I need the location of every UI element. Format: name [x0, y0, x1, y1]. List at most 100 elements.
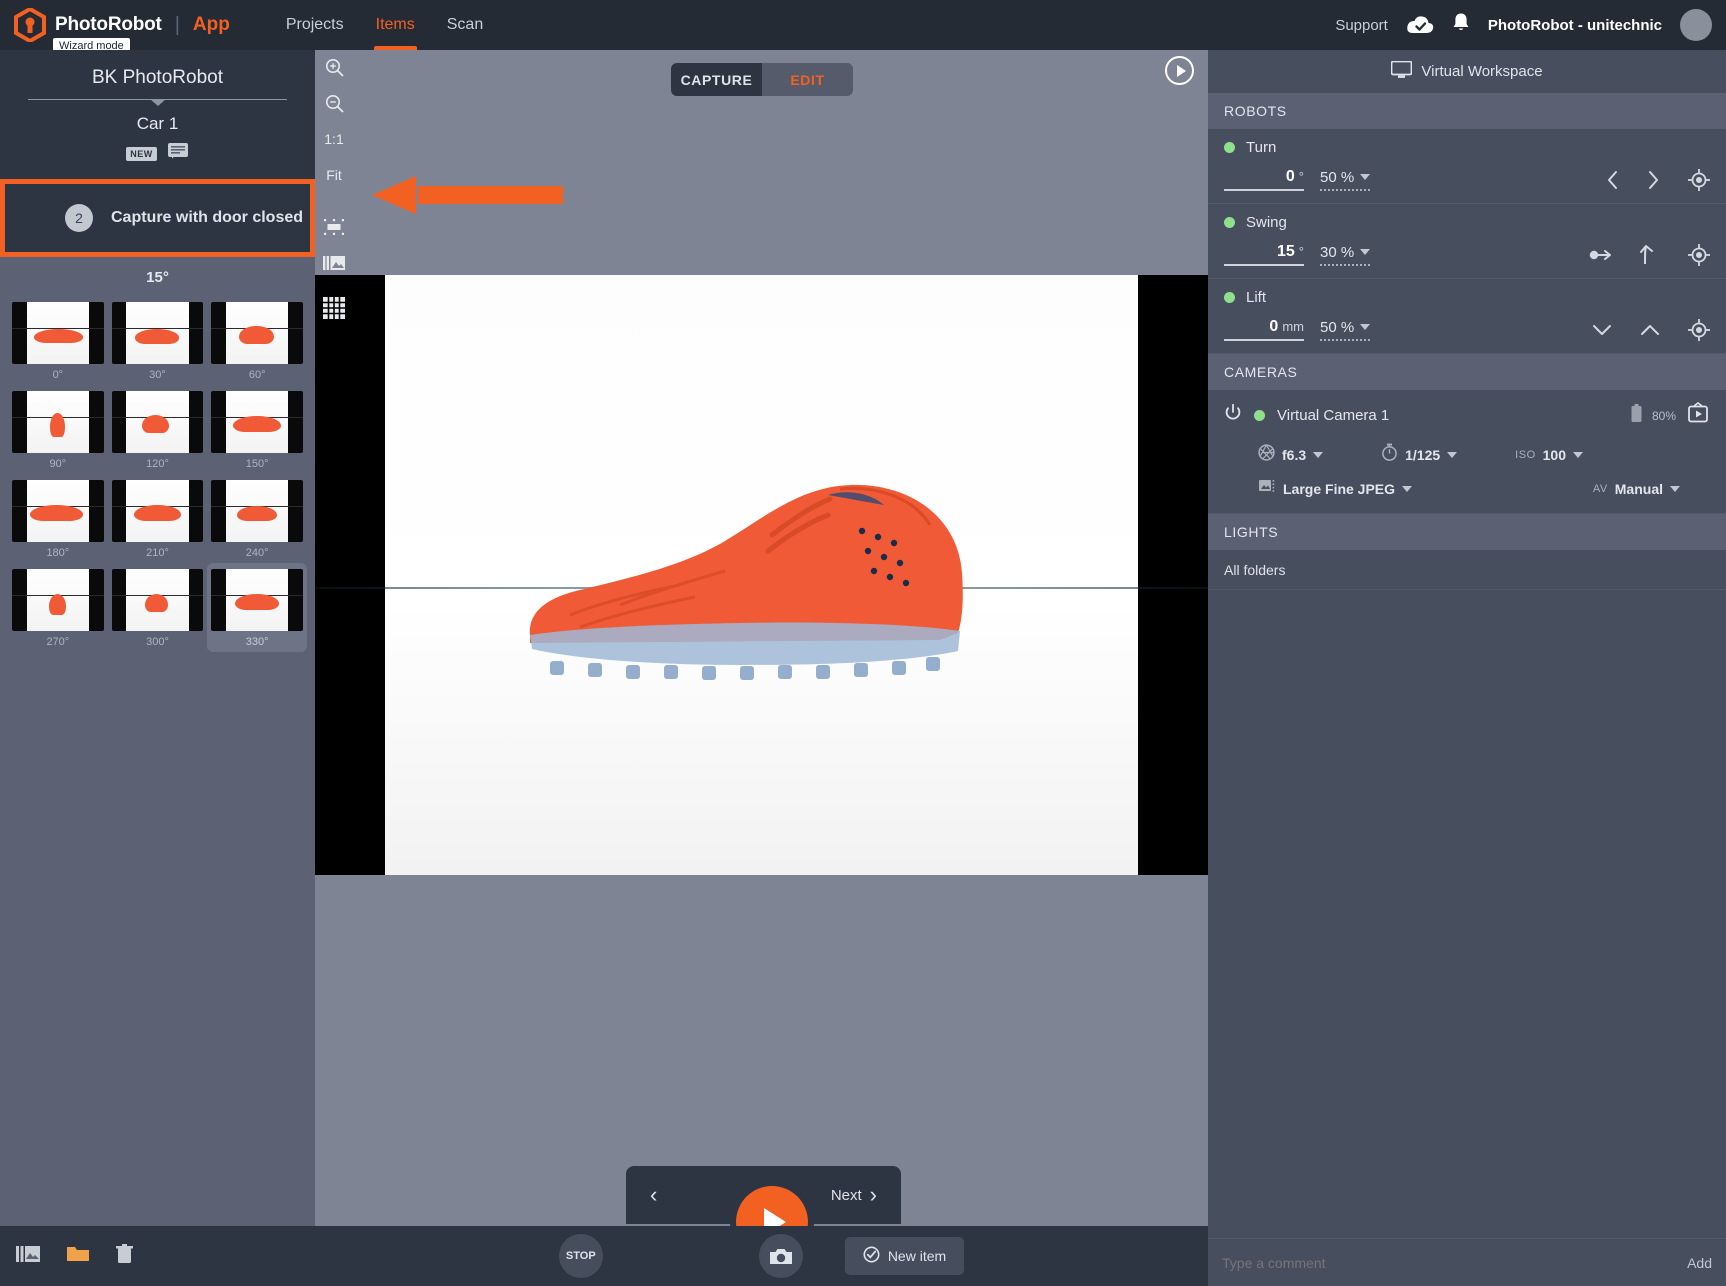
thumbnail-label: 60° [211, 364, 303, 381]
zoom-actual-button[interactable]: 1:1 [319, 128, 349, 150]
nav-item-items[interactable]: Items [360, 0, 431, 50]
capture-stage[interactable] [315, 275, 1208, 875]
control-panel: Virtual Workspace ROBOTS Turn 0° 50 % [1208, 50, 1726, 1286]
axis-title-swing: Swing [1224, 214, 1710, 231]
swing-speed-value: 30 % [1320, 244, 1354, 261]
note-icon[interactable] [167, 142, 189, 165]
thumbnail-item[interactable]: 240° [207, 474, 307, 563]
thumbnail-item[interactable]: 0° [8, 296, 108, 385]
crop-icon[interactable] [319, 216, 349, 238]
camera-header: Virtual Camera 1 80% [1224, 402, 1710, 429]
iso-select[interactable]: ISO 100 [1515, 447, 1583, 463]
zoom-out-icon[interactable] [319, 92, 349, 114]
thumbnail-item[interactable]: 30° [108, 296, 208, 385]
quality-select[interactable]: Large Fine JPEG [1258, 478, 1412, 499]
swing-actions [1588, 244, 1710, 266]
thumbnail-item[interactable]: 270° [8, 563, 108, 652]
grid-overlay-icon[interactable] [323, 297, 345, 324]
app-root: PhotoRobot | App Wizard mode Projects It… [0, 0, 1726, 1286]
mode-value: Manual [1615, 481, 1663, 497]
thumbnail-item[interactable]: 60° [207, 296, 307, 385]
power-icon[interactable] [1224, 404, 1242, 427]
next-button[interactable]: Next › [831, 1182, 877, 1208]
mode-select[interactable]: AV Manual [1593, 481, 1680, 497]
section-header-robots[interactable]: ROBOTS [1208, 93, 1726, 129]
avatar[interactable] [1680, 9, 1712, 41]
tab-edit[interactable]: EDIT [762, 63, 853, 96]
support-link[interactable]: Support [1335, 17, 1388, 34]
thumbnail-item[interactable]: 150° [207, 385, 307, 474]
cloud-check-icon[interactable] [1406, 15, 1434, 35]
target-icon[interactable] [1688, 169, 1710, 191]
target-icon[interactable] [1688, 244, 1710, 266]
page-title: BK PhotoRobot [0, 62, 315, 99]
play-circle-icon[interactable] [1165, 56, 1194, 85]
thumbnail-item[interactable]: 90° [8, 385, 108, 474]
shutter-value: 1/125 [1405, 447, 1440, 463]
filmstrip-icon[interactable] [16, 1245, 40, 1268]
nav-item-projects[interactable]: Projects [270, 0, 360, 50]
project-selector-divider[interactable] [28, 99, 287, 100]
axis-name: Lift [1246, 289, 1266, 306]
add-comment-button[interactable]: Add [1687, 1255, 1712, 1271]
chevron-down-icon [1573, 452, 1583, 458]
item-badges: NEW [0, 142, 315, 179]
zoom-fit-button[interactable]: Fit [319, 164, 349, 186]
stopwatch-icon [1381, 443, 1398, 466]
stop-button[interactable]: STOP [559, 1234, 603, 1278]
arrow-up-left-icon[interactable] [1640, 244, 1660, 266]
account-name[interactable]: PhotoRobot - unitechnic [1488, 17, 1662, 34]
status-dot-online [1224, 142, 1235, 153]
turn-speed-select[interactable]: 50 % [1320, 169, 1370, 191]
viewer-toolbar: 1:1 Fit [315, 50, 353, 274]
zoom-in-icon[interactable] [319, 56, 349, 78]
brand-area[interactable]: PhotoRobot | App Wizard mode [0, 8, 230, 42]
chevron-left-icon[interactable] [1606, 170, 1619, 190]
thumbnail-label: 150° [211, 453, 303, 470]
chevron-down-icon[interactable] [1592, 323, 1612, 337]
turn-speed-value: 50 % [1320, 169, 1354, 186]
folders-row[interactable]: All folders [1208, 550, 1726, 590]
thumbnail-item-selected[interactable]: 330° [207, 563, 307, 652]
nav-item-scan[interactable]: Scan [431, 0, 499, 50]
thumbnail-item[interactable]: 180° [8, 474, 108, 563]
section-header-lights[interactable]: LIGHTS [1208, 514, 1726, 550]
section-header-cameras[interactable]: CAMERAS [1208, 354, 1726, 390]
status-dot-online [1224, 217, 1235, 228]
swing-value-input[interactable]: 15° [1224, 243, 1304, 266]
thumbnail-label: 90° [12, 453, 104, 470]
trash-icon[interactable] [116, 1244, 133, 1269]
compare-icon[interactable] [319, 252, 349, 274]
axis-row-turn: Turn 0° 50 % [1208, 129, 1726, 204]
liveview-icon[interactable] [1686, 402, 1710, 429]
aperture-select[interactable]: f6.3 [1258, 444, 1323, 466]
wizard-step-current[interactable]: 2 Capture with door closed [0, 179, 315, 257]
target-icon[interactable] [1688, 319, 1710, 341]
bell-icon[interactable] [1452, 12, 1470, 38]
lift-speed-select[interactable]: 50 % [1320, 319, 1370, 341]
shutter-select[interactable]: 1/125 [1381, 443, 1457, 466]
swing-speed-select[interactable]: 30 % [1320, 244, 1370, 266]
folder-icon[interactable] [66, 1244, 90, 1268]
thumbnail-item[interactable]: 120° [108, 385, 208, 474]
axis-title-lift: Lift [1224, 289, 1710, 306]
status-dot-online [1254, 410, 1265, 421]
chevron-left-icon[interactable]: ‹ [650, 1182, 657, 1208]
shutter-icon[interactable] [759, 1234, 803, 1278]
comment-input[interactable] [1222, 1255, 1687, 1271]
tab-capture[interactable]: CAPTURE [671, 63, 762, 96]
axis-row-swing: Swing 15° 30 % [1208, 204, 1726, 279]
battery-percent: 80% [1652, 409, 1676, 423]
chevron-up-icon[interactable] [1640, 323, 1660, 337]
status-badge[interactable]: NEW [126, 147, 157, 161]
home-move-icon[interactable] [1588, 247, 1612, 263]
virtual-workspace-header[interactable]: Virtual Workspace [1208, 50, 1726, 93]
wizard-sidebar: BK PhotoRobot Car 1 NEW 2 [0, 50, 315, 1286]
thumbnail-item[interactable]: 210° [108, 474, 208, 563]
add-item-button[interactable]: New item [845, 1237, 964, 1275]
thumbnail-label: 300° [112, 631, 204, 648]
turn-value-input[interactable]: 0° [1224, 168, 1304, 191]
chevron-right-icon[interactable] [1647, 170, 1660, 190]
thumbnail-item[interactable]: 300° [108, 563, 208, 652]
lift-value-input[interactable]: 0mm [1224, 318, 1304, 341]
